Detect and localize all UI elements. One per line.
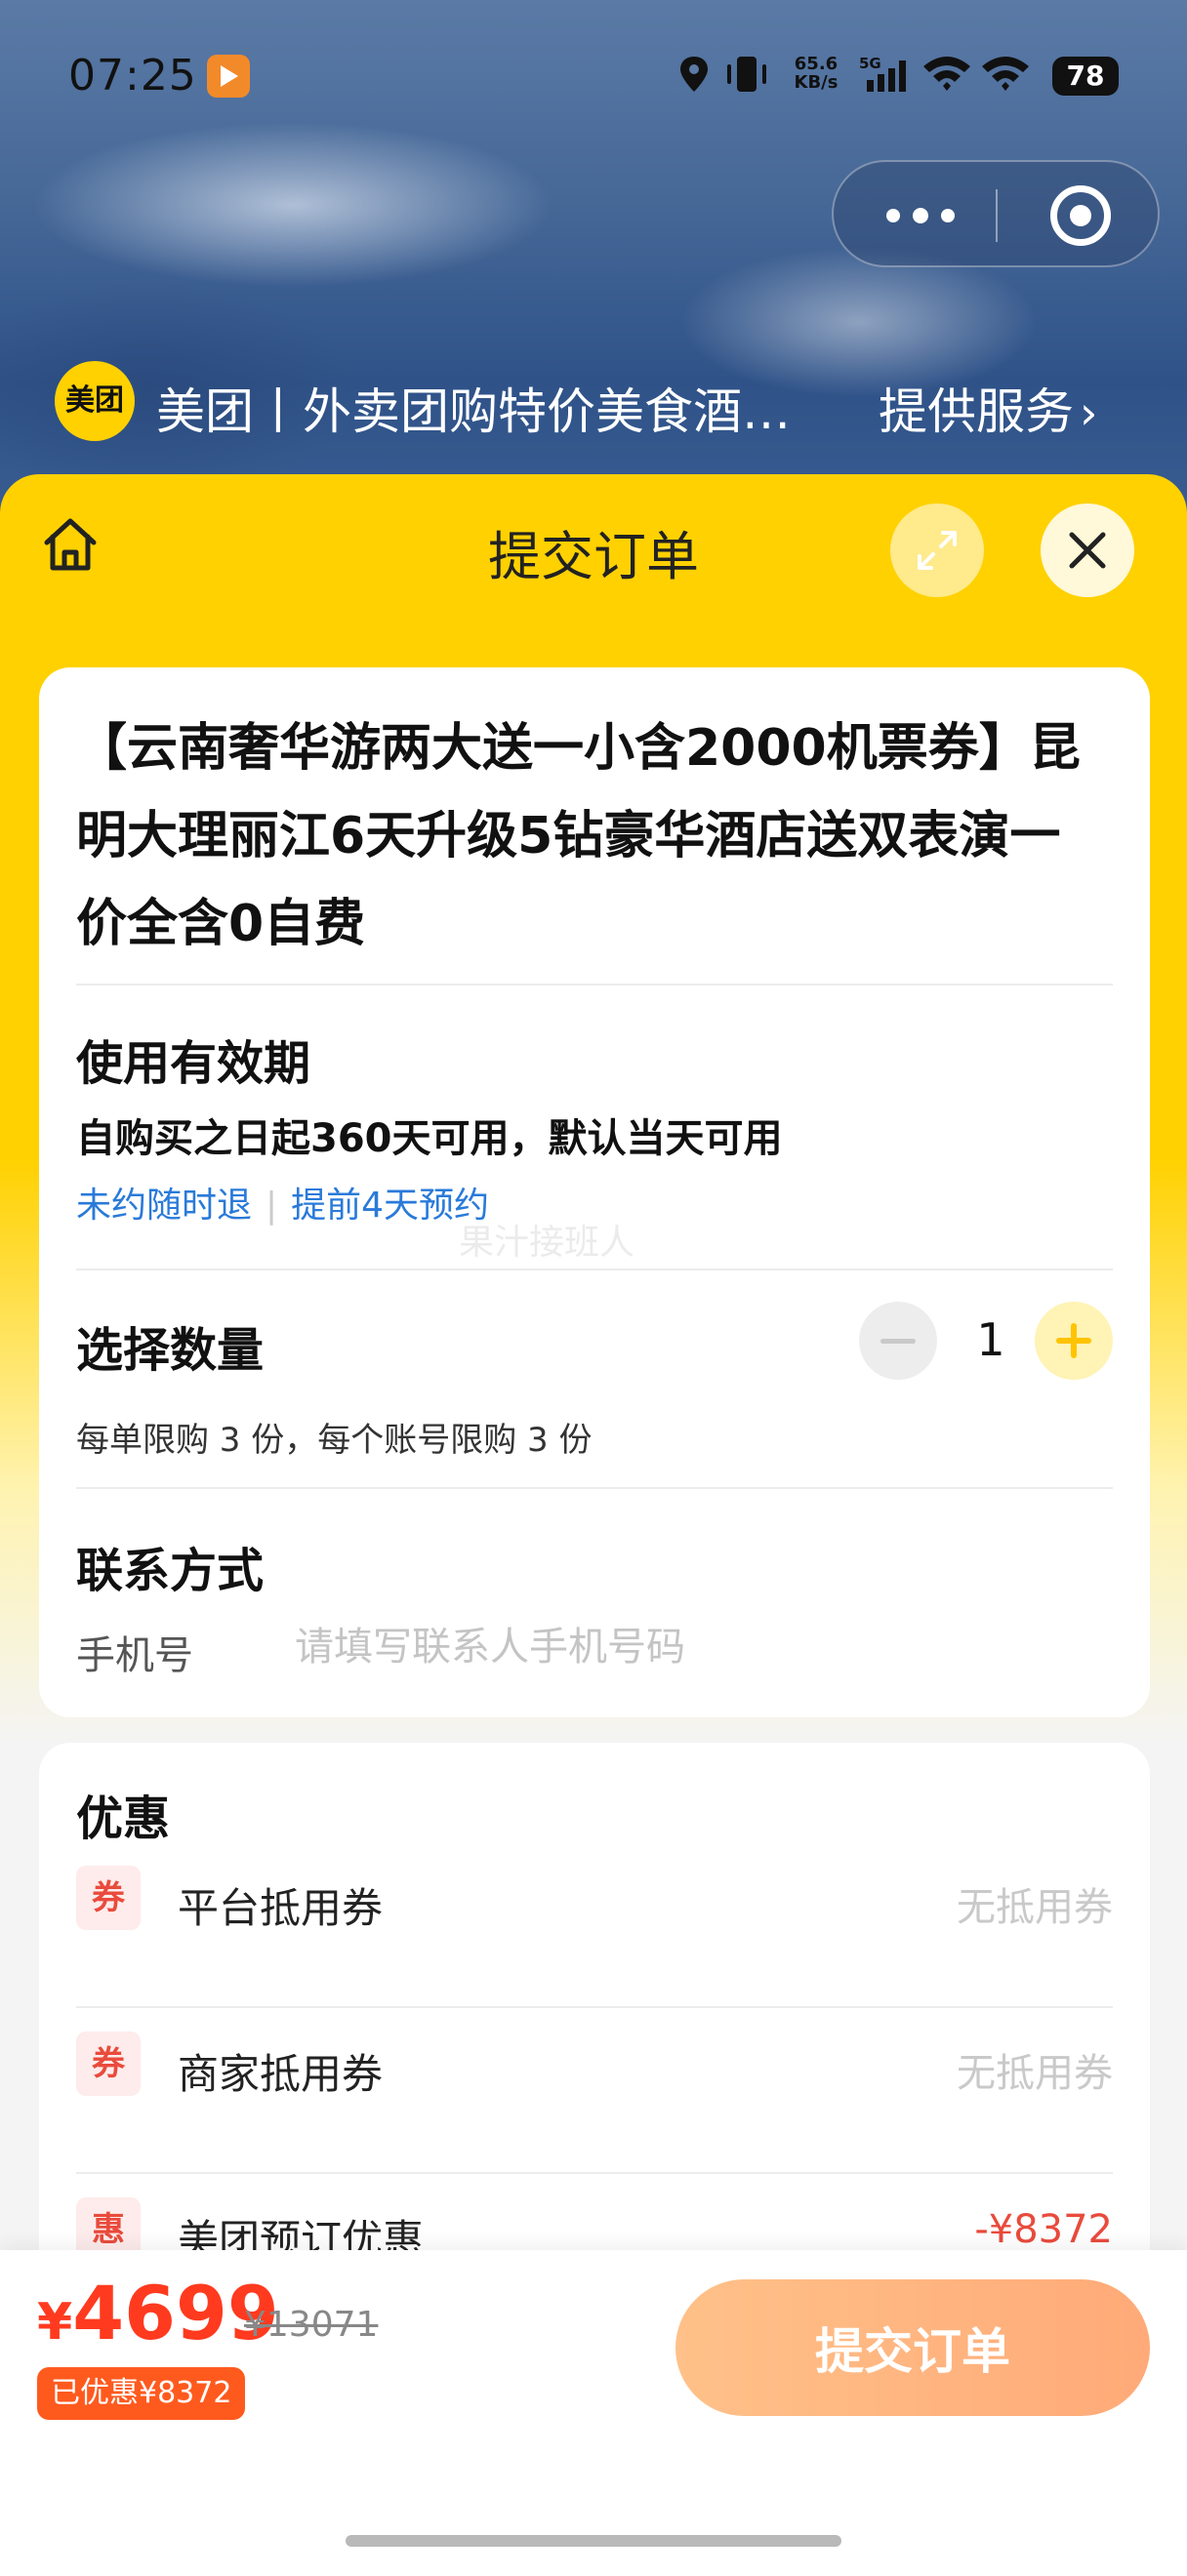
meituan-logo: 美团: [55, 361, 135, 441]
sheet-header: 提交订单: [0, 474, 1187, 669]
discount-label: 平台抵用券: [178, 1884, 384, 1932]
vibrate-icon: [727, 57, 766, 92]
final-price: ¥4699: [37, 2270, 279, 2356]
contact-heading: 联系方式: [76, 1544, 265, 1598]
submit-order-button[interactable]: 提交订单: [675, 2279, 1150, 2416]
platform-coupon-row[interactable]: 券 平台抵用券 无抵用券: [76, 1846, 1113, 1944]
discount-value: 无抵用券: [957, 1885, 1113, 1930]
quantity-decrement-button[interactable]: [859, 1302, 937, 1380]
miniprogram-capsule: [832, 160, 1160, 267]
video-app-icon: [207, 55, 250, 98]
tag-separator: |: [266, 1186, 278, 1226]
discount-value: -¥8372: [974, 2207, 1113, 2252]
more-menu-icon[interactable]: [880, 191, 959, 240]
network-speed-unit: KB/s: [794, 72, 839, 93]
coupon-icon: 券: [76, 1866, 141, 1930]
coupon-icon: 券: [76, 2032, 141, 2096]
validity-text: 自购买之日起360天可用，默认当天可用: [76, 1116, 783, 1161]
watermark: 果汁接班人: [459, 1223, 635, 1263]
divider: [76, 2006, 1113, 2008]
saved-badge: 已优惠¥8372: [37, 2367, 246, 2420]
phone-input[interactable]: [295, 1618, 1076, 1676]
status-time: 07:25: [68, 51, 197, 101]
validity-tags: 未约随时退 | 提前4天预约: [76, 1177, 489, 1228]
expand-button[interactable]: [890, 503, 984, 597]
product-title: 【云南奢华游两大送一小含2000机票券】昆明大理丽江6天升级5钻豪华酒店送双表演…: [76, 719, 1081, 953]
signal-5g-icon: 5G: [859, 55, 906, 92]
wifi-icon: [923, 57, 970, 91]
home-indicator[interactable]: [346, 2535, 841, 2547]
capsule-divider: [996, 189, 998, 242]
merchant-coupon-row[interactable]: 券 商家抵用券 无抵用券: [76, 2012, 1113, 2110]
chevron-right-icon: ›: [1080, 386, 1098, 439]
divider: [76, 2172, 1113, 2174]
svg-text:5G: 5G: [859, 55, 881, 72]
location-icon: [680, 57, 708, 92]
order-info-card: 【云南奢华游两大送一小含2000机票券】昆明大理丽江6天升级5钻豪华酒店送双表演…: [39, 667, 1150, 1717]
expand-icon: [918, 531, 957, 570]
discount-heading: 优惠: [76, 1791, 171, 1846]
network-speed-value: 65.6: [794, 54, 839, 74]
page-title: 提交订单: [488, 526, 699, 587]
divider: [76, 984, 1113, 986]
exit-miniprogram-icon[interactable]: [1050, 185, 1111, 246]
purchase-limit-text: 每单限购 3 份，每个账号限购 3 份: [76, 1421, 593, 1460]
wifi-icon: [982, 57, 1029, 91]
refund-tag: 未约随时退: [76, 1186, 253, 1226]
quantity-value: 1: [976, 1313, 1005, 1366]
divider: [76, 1268, 1113, 1270]
quantity-increment-button[interactable]: [1035, 1302, 1113, 1380]
close-icon: [1069, 532, 1106, 569]
service-provider-row[interactable]: 美团 美团丨外卖团购特价美食酒… 提供服务 ›: [55, 357, 1138, 445]
divider: [76, 1487, 1113, 1489]
discount-label: 商家抵用券: [178, 2050, 384, 2098]
phone-label: 手机号: [76, 1633, 193, 1678]
network-speed: 65.6 KB/s: [789, 55, 843, 92]
battery-indicator: 78: [1052, 57, 1119, 96]
currency-symbol: ¥: [37, 2293, 73, 2352]
close-button[interactable]: [1041, 503, 1134, 597]
provider-service-label: 提供服务: [879, 383, 1074, 440]
provider-title: 美团丨外卖团购特价美食酒…: [156, 383, 791, 440]
status-bar: 07:25 65.6 KB/s 5G 78: [0, 0, 1187, 146]
provider-service-link[interactable]: 提供服务 ›: [879, 373, 1097, 443]
discount-value: 无抵用券: [957, 2051, 1113, 2096]
quantity-heading: 选择数量: [76, 1323, 265, 1378]
original-price: ¥13071: [244, 2305, 379, 2345]
checkout-bar: ¥4699 ¥13071 已优惠¥8372 提交订单: [0, 2250, 1187, 2576]
validity-heading: 使用有效期: [76, 1036, 311, 1091]
